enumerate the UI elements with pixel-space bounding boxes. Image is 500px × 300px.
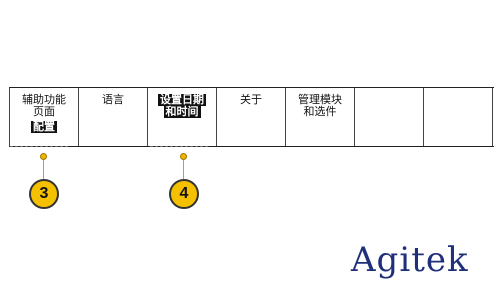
callout-badge-3: 3 — [29, 179, 59, 209]
callout-badge-4: 4 — [169, 179, 199, 209]
menu-item-set-date-time[interactable]: 设置日期 和时间 — [148, 88, 217, 146]
callout-stem — [43, 160, 44, 180]
menu-item-empty-1[interactable] — [355, 88, 424, 146]
menu-item-accessibility[interactable]: 辅助功能 页面 配置 — [10, 88, 79, 146]
menu-item-label-line: 关于 — [240, 93, 262, 106]
menu-item-label-line: 和时间 — [163, 105, 201, 118]
menu-item-sublabel-config: 配置 — [31, 120, 57, 133]
menu-item-label-line: 语言 — [102, 93, 124, 106]
menu-item-about[interactable]: 关于 — [217, 88, 286, 146]
menu-item-language[interactable]: 语言 — [79, 88, 148, 146]
menu-item-manage-modules[interactable]: 管理模块 和选件 — [286, 88, 355, 146]
callout-stem — [183, 160, 184, 180]
menu-item-empty-2[interactable] — [424, 88, 493, 146]
underline-dashes-1 — [10, 146, 68, 147]
bottom-menu-bar: 辅助功能 页面 配置 语言 设置日期 和时间 关于 管理模块 和选件 — [9, 87, 494, 147]
watermark-logo: Agitek — [351, 240, 469, 280]
callout-pointer-dot — [180, 153, 187, 160]
callout-pointer-dot — [40, 153, 47, 160]
underline-dashes-2 — [150, 146, 208, 147]
menu-item-label-line: 页面 — [33, 105, 55, 118]
menu-item-label-line: 和选件 — [303, 105, 337, 118]
page: 辅助功能 页面 配置 语言 设置日期 和时间 关于 管理模块 和选件 3 4 A… — [0, 0, 500, 300]
